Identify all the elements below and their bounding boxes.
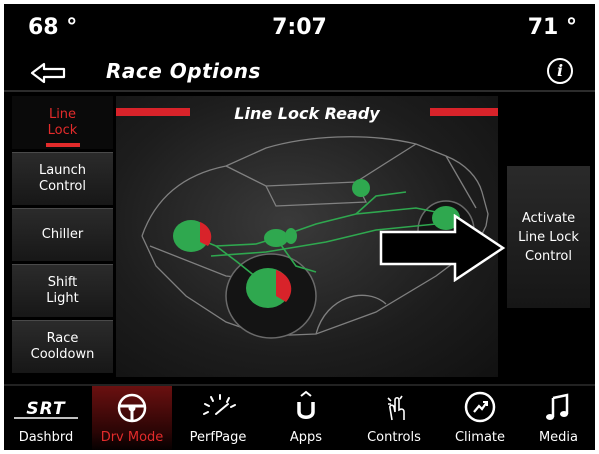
info-button[interactable]: i bbox=[547, 58, 573, 84]
touch-hand-icon bbox=[387, 395, 405, 421]
nav-label: Apps bbox=[289, 430, 323, 445]
info-icon: i bbox=[556, 61, 564, 80]
nav-label: Media bbox=[538, 430, 579, 445]
nav-controls[interactable]: Controls bbox=[354, 386, 434, 450]
srt-logo-icon: SRT bbox=[14, 399, 78, 419]
option-label: Launch Control bbox=[38, 163, 87, 194]
option-line-lock[interactable]: Line Lock bbox=[12, 96, 113, 149]
back-button[interactable] bbox=[24, 56, 80, 90]
status-bar: 68 ° 7:07 71 ° bbox=[4, 4, 595, 52]
back-arrow-icon bbox=[30, 62, 66, 84]
nav-climate[interactable]: Climate bbox=[440, 386, 520, 450]
option-label: Line Lock bbox=[47, 106, 78, 138]
clock: 7:07 bbox=[272, 15, 327, 40]
activate-label: Activate Line Lock Control bbox=[518, 210, 579, 264]
nav-perfpage[interactable]: PerfPage bbox=[178, 386, 258, 450]
title-bar: Race Options i bbox=[4, 52, 595, 92]
option-label: Shift Light bbox=[46, 275, 79, 306]
nav-drv-mode[interactable]: Drv Mode bbox=[92, 386, 172, 450]
outside-temp-right: 71 ° bbox=[527, 15, 577, 40]
climate-fan-icon bbox=[464, 391, 496, 423]
option-label: Race Cooldown bbox=[30, 331, 95, 362]
screen: 68 ° 7:07 71 ° Race Options i Line Lock … bbox=[4, 4, 595, 450]
uconnect-apps-icon bbox=[297, 390, 315, 419]
nav-label: Controls bbox=[367, 430, 421, 445]
nav-label: Climate bbox=[454, 430, 506, 445]
page-title: Race Options bbox=[106, 59, 261, 83]
option-launch-control[interactable]: Launch Control bbox=[12, 152, 113, 205]
music-note-icon bbox=[546, 393, 569, 420]
option-chiller[interactable]: Chiller bbox=[12, 208, 113, 261]
bottom-nav: SRT Dashbrd Drv Mode PerfPage Apps Contr… bbox=[4, 384, 595, 450]
nav-label: Drv Mode bbox=[100, 430, 164, 445]
option-shift-light[interactable]: Shift Light bbox=[12, 264, 113, 317]
nav-media[interactable]: Media bbox=[522, 386, 595, 450]
option-race-cooldown[interactable]: Race Cooldown bbox=[12, 320, 113, 373]
line-lock-status: Line Lock Ready bbox=[234, 104, 380, 123]
option-label: Chiller bbox=[41, 227, 84, 242]
steering-wheel-icon bbox=[117, 393, 147, 423]
nav-label: Dashbrd bbox=[18, 430, 74, 445]
nav-apps[interactable]: Apps bbox=[266, 386, 346, 450]
performance-gauge-icon bbox=[203, 394, 236, 415]
svg-text:SRT: SRT bbox=[26, 399, 66, 419]
race-options-list: Line Lock Launch Control Chiller Shift L… bbox=[12, 96, 113, 375]
activate-line-lock-button[interactable]: Activate Line Lock Control bbox=[507, 166, 590, 308]
nav-dashbrd[interactable]: SRT Dashbrd bbox=[4, 386, 88, 450]
pointer-arrow-icon bbox=[379, 214, 506, 282]
nav-label: PerfPage bbox=[189, 430, 247, 445]
